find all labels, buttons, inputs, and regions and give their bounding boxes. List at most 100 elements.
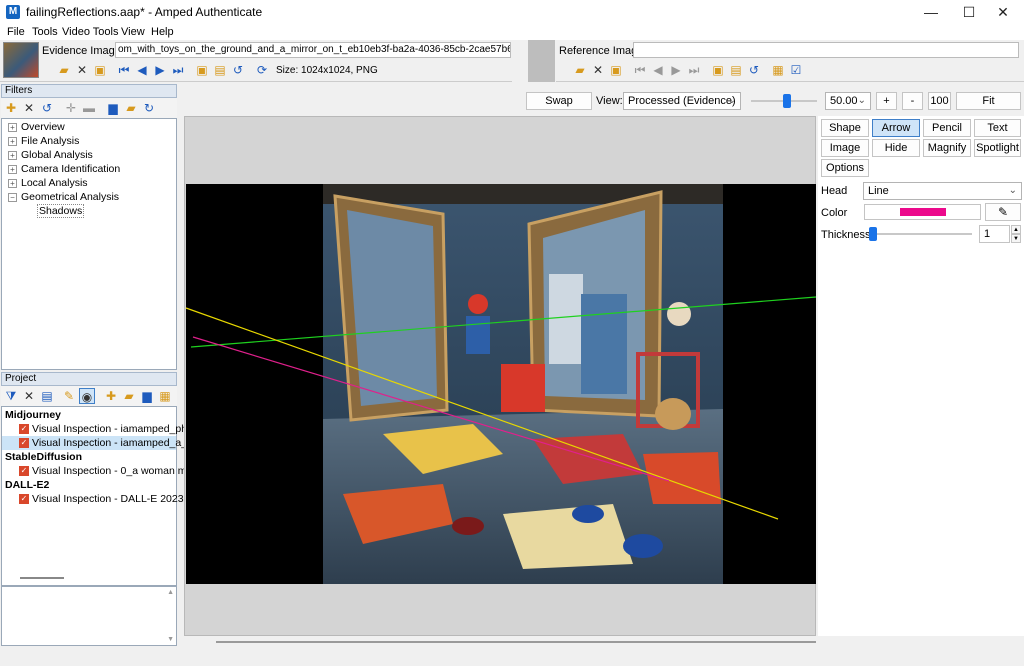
close-button[interactable]: ✕: [980, 0, 1024, 24]
ref-next-frame-icon[interactable]: ▶: [668, 62, 684, 78]
arrow-button[interactable]: Arrow: [872, 119, 920, 137]
menu-file[interactable]: File: [3, 24, 29, 40]
thickness-input[interactable]: 1: [979, 225, 1010, 243]
color-picker-button[interactable]: [864, 204, 981, 220]
ref-close-icon[interactable]: ✕: [590, 62, 606, 78]
expand-icon[interactable]: +: [8, 136, 17, 146]
ref-reload-icon[interactable]: ↺: [746, 62, 762, 78]
ref-compare-icon[interactable]: ▦: [770, 62, 786, 78]
eyedropper-icon[interactable]: ✎: [985, 203, 1021, 221]
options-button[interactable]: Options: [821, 159, 869, 177]
spin-down-icon[interactable]: ▼: [1011, 234, 1021, 243]
ref-first-frame-icon[interactable]: ⏮: [632, 62, 648, 78]
swap-button[interactable]: Swap: [526, 92, 592, 110]
first-frame-icon[interactable]: ⏮: [116, 62, 132, 78]
project-group[interactable]: DALL-E2: [2, 478, 176, 492]
load-icon[interactable]: ▣: [194, 62, 210, 78]
spin-up-icon[interactable]: ▲: [1011, 225, 1021, 234]
pencil-button[interactable]: Pencil: [923, 119, 971, 137]
evidence-label: Evidence Image:: [42, 45, 124, 57]
filter-shadows[interactable]: Shadows: [2, 204, 176, 218]
open-icon[interactable]: ▰: [123, 100, 139, 116]
zoom-in-button[interactable]: +: [876, 92, 897, 110]
shape-button[interactable]: Shape: [821, 119, 869, 137]
filter-local-analysis[interactable]: + Local Analysis: [2, 176, 176, 190]
reference-filename-field[interactable]: [633, 42, 1019, 58]
filter-file-analysis[interactable]: + File Analysis: [2, 134, 176, 148]
viewer-horizontal-scrollbar[interactable]: [216, 641, 816, 643]
ref-prev-frame-icon[interactable]: ◀: [650, 62, 666, 78]
expand-icon[interactable]: ✛: [63, 100, 79, 116]
ref-checkbox-icon[interactable]: ☑: [788, 62, 804, 78]
thickness-slider-thumb[interactable]: [869, 227, 877, 241]
refresh-filters-icon[interactable]: ↻: [141, 100, 157, 116]
zoom-out-button[interactable]: -: [902, 92, 923, 110]
expand-icon[interactable]: +: [8, 164, 17, 174]
project-item[interactable]: ✓ Visual Inspection - iamamped_pho: [2, 422, 193, 436]
collapse-icon[interactable]: −: [8, 192, 17, 202]
project-item-selected[interactable]: ✓ Visual Inspection - iamamped_a_la: [2, 436, 195, 450]
save-icon[interactable]: ▆: [105, 100, 121, 116]
prev-frame-icon[interactable]: ◀: [134, 62, 150, 78]
export-icon[interactable]: ▣: [92, 62, 108, 78]
project-item[interactable]: ✓ Visual Inspection - DALL-E 2023-06-: [2, 492, 202, 506]
new-filter-icon[interactable]: ✚: [3, 100, 19, 116]
settings-project-icon[interactable]: ▦: [157, 388, 173, 404]
open-project-icon[interactable]: ▰: [121, 388, 137, 404]
collapse-icon[interactable]: ▬: [81, 100, 97, 116]
text-button[interactable]: Text: [974, 119, 1021, 137]
zoom-slider-thumb[interactable]: [783, 94, 792, 108]
filter-overview[interactable]: + Overview: [2, 120, 176, 134]
reset-filter-icon[interactable]: ↺: [39, 100, 55, 116]
new-project-icon[interactable]: ✚: [103, 388, 119, 404]
ref-export-icon[interactable]: ▣: [608, 62, 624, 78]
project-item[interactable]: ✓ Visual Inspection - 0_a woman mal: [2, 464, 195, 478]
fit-button[interactable]: Fit: [956, 92, 1021, 110]
delete-icon[interactable]: ✕: [21, 388, 37, 404]
image-button[interactable]: Image: [821, 139, 869, 157]
view-select[interactable]: Processed (Evidence) ⌄: [623, 92, 741, 110]
last-frame-icon[interactable]: ⏭: [170, 62, 186, 78]
save-project-icon[interactable]: ▆: [139, 388, 155, 404]
save-frame-icon[interactable]: ▤: [212, 62, 228, 78]
zoom-input[interactable]: 50.00 ⌄: [825, 92, 871, 110]
ref-save-frame-icon[interactable]: ▤: [728, 62, 744, 78]
project-group[interactable]: StableDiffusion: [2, 450, 176, 464]
refresh-icon[interactable]: ⟳: [254, 62, 270, 78]
window-title: failingReflections.aap* - Amped Authenti…: [26, 5, 263, 19]
eye-icon[interactable]: ◉: [79, 388, 95, 404]
ref-load-icon[interactable]: ▣: [710, 62, 726, 78]
ref-last-frame-icon[interactable]: ⏭: [686, 62, 702, 78]
remove-filter-icon[interactable]: ✕: [21, 100, 37, 116]
hide-button[interactable]: Hide: [872, 139, 920, 157]
filter-icon[interactable]: ⧩: [3, 388, 19, 404]
zoom-100-button[interactable]: 100: [928, 92, 951, 110]
next-frame-icon[interactable]: ▶: [152, 62, 168, 78]
reload-icon[interactable]: ↺: [230, 62, 246, 78]
menu-video-tools[interactable]: Video Tools: [58, 24, 122, 40]
filter-camera-identification[interactable]: + Camera Identification: [2, 162, 176, 176]
spotlight-button[interactable]: Spotlight: [974, 139, 1021, 157]
menu-help[interactable]: Help: [147, 24, 178, 40]
ref-open-folder-icon[interactable]: ▰: [572, 62, 588, 78]
scroll-up-icon[interactable]: ▲: [167, 589, 174, 596]
head-select-value: Line: [868, 185, 889, 197]
magnify-button[interactable]: Magnify: [923, 139, 971, 157]
scroll-down-icon[interactable]: ▼: [167, 636, 174, 643]
filter-geometrical-analysis[interactable]: − Geometrical Analysis: [2, 190, 176, 204]
evidence-filename-field[interactable]: om_with_toys_on_the_ground_and_a_mirror_…: [115, 42, 511, 58]
horizontal-scrollbar[interactable]: [20, 577, 64, 579]
head-select[interactable]: Line ⌄: [863, 182, 1022, 200]
menu-tools[interactable]: Tools: [28, 24, 62, 40]
expand-icon[interactable]: +: [8, 178, 17, 188]
expand-icon[interactable]: +: [8, 150, 17, 160]
open-folder-icon[interactable]: ▰: [56, 62, 72, 78]
edit-icon[interactable]: ✎: [61, 388, 77, 404]
thickness-slider[interactable]: [868, 233, 972, 235]
expand-icon[interactable]: +: [8, 122, 17, 132]
menu-view[interactable]: View: [117, 24, 149, 40]
project-group[interactable]: Midjourney: [2, 408, 176, 422]
report-icon[interactable]: ▤: [39, 388, 55, 404]
filter-global-analysis[interactable]: + Global Analysis: [2, 148, 176, 162]
close-icon[interactable]: ✕: [74, 62, 90, 78]
